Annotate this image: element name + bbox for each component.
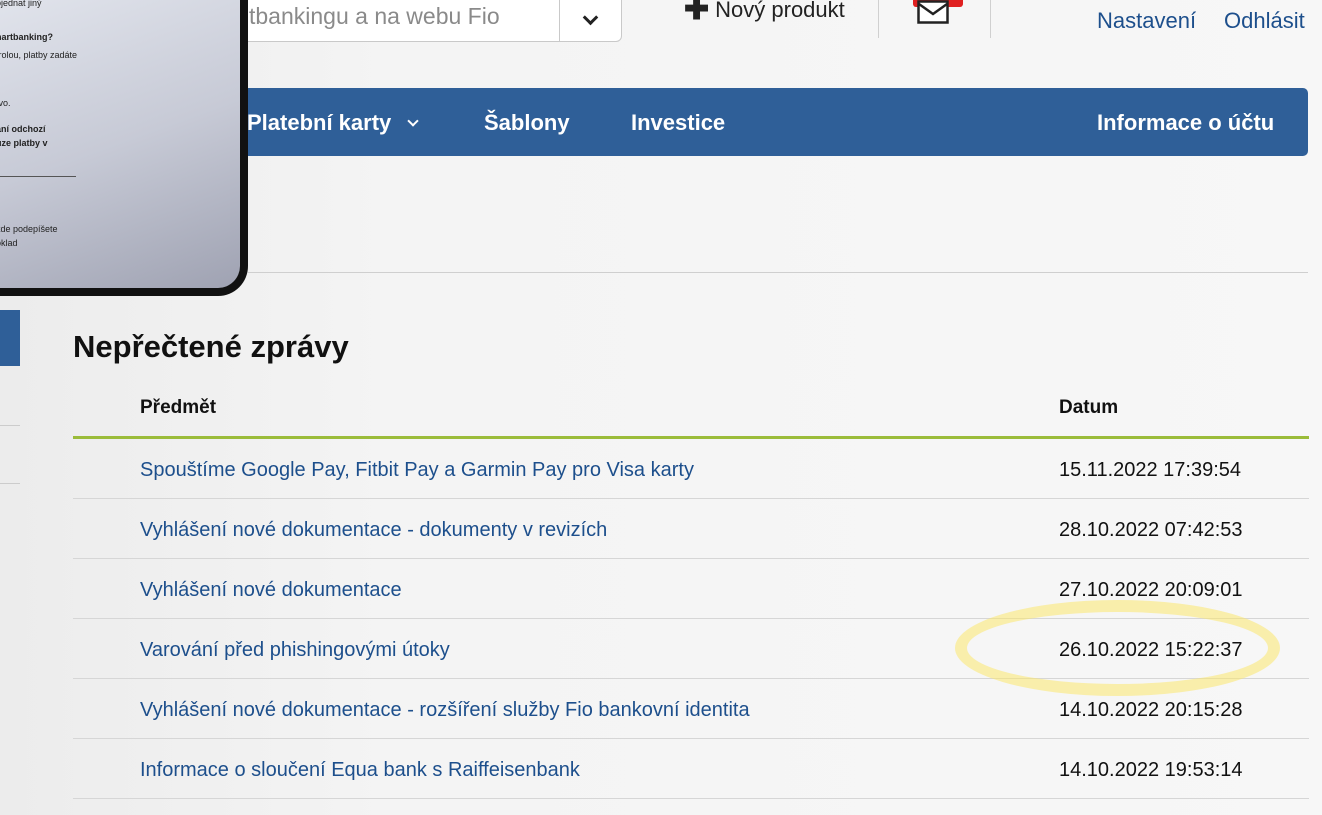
message-date: 28.10.2022 07:42:53 (1059, 519, 1243, 541)
table-row[interactable]: Informace o sloučení Equa bank s Raiffei… (73, 739, 1309, 799)
settings-link[interactable]: Nastavení (1097, 8, 1196, 34)
plus-icon: ✚ (684, 0, 710, 26)
new-product-button[interactable]: ✚ Nový produkt (684, 0, 845, 26)
table-row[interactable]: Vyhlášení nové dokumentace 27.10.2022 20… (73, 559, 1309, 619)
section-title: Nepřečtené zprávy (73, 329, 349, 364)
table-row[interactable]: Varování před phishingovými útoky 26.10.… (73, 619, 1309, 679)
table-row[interactable]: Spouštíme Google Pay, Fitbit Pay a Garmi… (73, 439, 1309, 499)
message-date: 15.11.2022 17:39:54 (1059, 459, 1242, 481)
sidebar-divider (0, 483, 20, 484)
message-date: 26.10.2022 15:22:37 (1059, 639, 1243, 661)
nav-item-investice[interactable]: Investice (631, 110, 725, 136)
phone-text: kde podepíšete (0, 224, 58, 234)
header-divider (878, 0, 879, 38)
search-dropdown-button[interactable] (559, 0, 621, 41)
message-date: 14.10.2022 19:53:14 (1059, 759, 1243, 781)
message-subject-link[interactable]: Spouštíme Google Pay, Fitbit Pay a Garmi… (140, 459, 694, 482)
nav-item-sablony[interactable]: Šablony (484, 110, 570, 136)
phone-screen: ojednat jiný nartbanking? trolou, platby… (0, 0, 240, 288)
message-subject-link[interactable]: Vyhlášení nové dokumentace (140, 579, 402, 602)
phone-overlay: ojednat jiný nartbanking? trolou, platby… (0, 0, 248, 296)
phone-text: trolou, platby zadáte (0, 50, 78, 60)
phone-text: oklad (0, 238, 18, 248)
phone-text: aní odchozí (0, 124, 46, 134)
phone-divider (0, 176, 76, 177)
nav-item-label: Platební karty (247, 110, 392, 135)
message-subject-link[interactable]: Varování před phishingovými útoky (140, 639, 450, 662)
chevron-down-icon (407, 115, 419, 127)
sidebar-active-item[interactable] (0, 310, 20, 366)
section-divider (248, 272, 1308, 273)
nav-item-informace-o-uctu[interactable]: Informace o účtu (1097, 110, 1274, 136)
header-divider (990, 0, 991, 38)
phone-text: tvo. (0, 98, 11, 108)
nav-item-label: Investice (631, 110, 726, 135)
column-header-date: Datum (1059, 397, 1119, 418)
phone-text: ojednat jiný (0, 0, 42, 8)
nav-item-label: Šablony (484, 110, 570, 135)
message-subject-link[interactable]: Informace o sloučení Equa bank s Raiffei… (140, 759, 580, 782)
nav-item-platebni-karty[interactable]: Platební karty (247, 110, 419, 136)
nav-item-label: Informace o účtu (1097, 110, 1275, 135)
phone-text: nartbanking? (0, 32, 54, 42)
message-subject-link[interactable]: Vyhlášení nové dokumentace - rozšíření s… (140, 699, 750, 722)
message-date: 27.10.2022 20:09:01 (1059, 579, 1243, 601)
new-product-label: Nový produkt (715, 0, 845, 22)
column-header-subject: Předmět (140, 397, 217, 418)
table-row[interactable]: Vyhlášení nové dokumentace - rozšíření s… (73, 679, 1309, 739)
search-input-text: tbankingu a na webu Fio (249, 3, 500, 29)
main-nav: Platební karty Šablony Investice Informa… (180, 88, 1308, 156)
chevron-down-icon (582, 9, 599, 25)
mail-icon[interactable] (917, 0, 949, 24)
search-input[interactable]: tbankingu a na webu Fio (200, 0, 622, 42)
logout-link[interactable]: Odhlásit (1224, 8, 1305, 34)
sidebar-divider (0, 425, 20, 426)
message-date: 14.10.2022 20:15:28 (1059, 699, 1243, 721)
message-subject-link[interactable]: Vyhlášení nové dokumentace - dokumenty v… (140, 519, 607, 542)
phone-text: uze platby v (0, 138, 48, 148)
table-row[interactable]: Vyhlášení nové dokumentace - dokumenty v… (73, 499, 1309, 559)
